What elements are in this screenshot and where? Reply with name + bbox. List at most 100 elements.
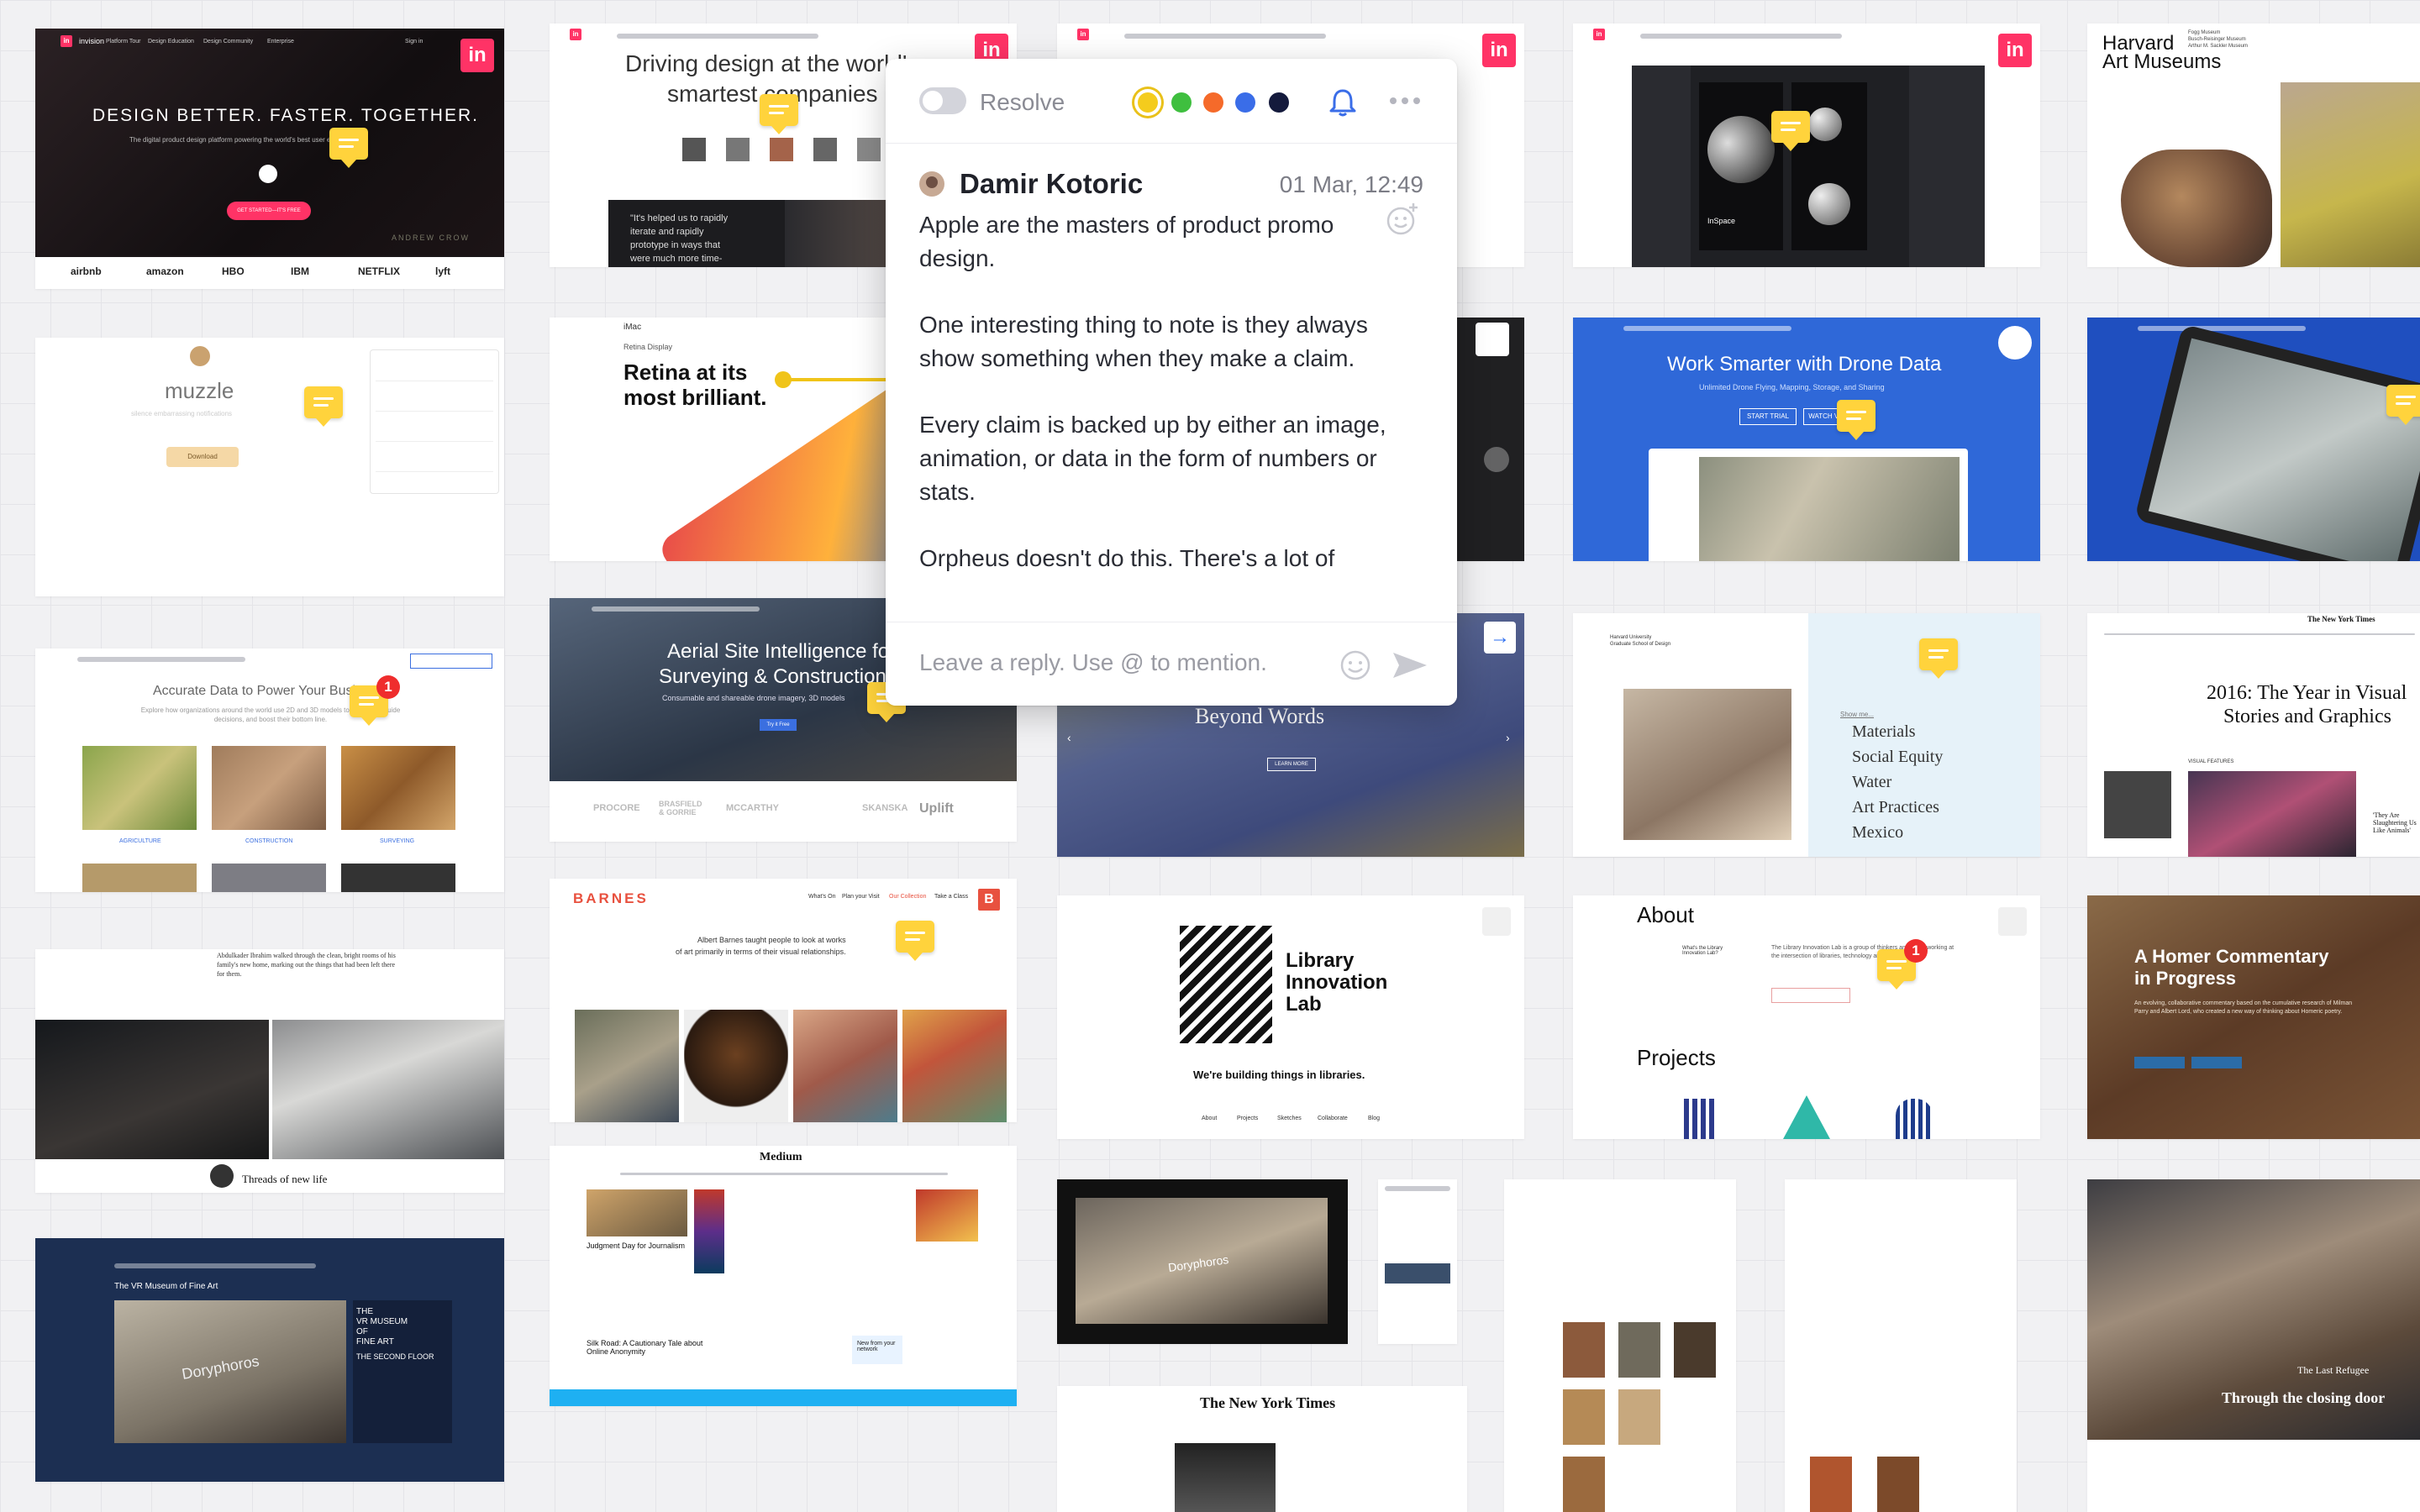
nav-item[interactable]: Projects <box>1237 1116 1258 1121</box>
story-headline[interactable]: Silk Road: A Cautionary Tale about Onlin… <box>587 1339 721 1356</box>
video-frame[interactable]: Doryphoros <box>1076 1198 1328 1324</box>
screen-accurate-data[interactable]: Accurate Data to Power Your Business Exp… <box>35 648 504 892</box>
screen-lil-about[interactable]: About What's the Library Innovation Lab?… <box>1573 895 2040 1139</box>
start-trial-button[interactable]: START TRIAL <box>1739 408 1797 425</box>
nav-item[interactable]: Plan your Visit <box>842 894 880 900</box>
comment-pin[interactable] <box>1771 111 1810 151</box>
screen-vr-museum[interactable]: The VR Museum of Fine Art Doryphoros THE… <box>35 1238 504 1482</box>
add-reaction-icon[interactable] <box>1385 202 1420 237</box>
network-card[interactable]: New from your network <box>852 1336 902 1364</box>
screen-tablet-map[interactable] <box>2087 318 2420 561</box>
screen-barnes[interactable]: BARNES What's On Plan your Visit Our Col… <box>550 879 1017 1122</box>
nav-item[interactable]: Take a Class <box>934 894 968 900</box>
screen-nyt-home[interactable]: The New York Times <box>1057 1386 1467 1512</box>
project-icon[interactable] <box>1783 1095 1830 1139</box>
nav-item[interactable]: Platform Tour <box>106 39 141 45</box>
comment-pin[interactable]: 1 <box>350 675 400 726</box>
carousel-next-button[interactable] <box>1484 447 1509 472</box>
project-icon[interactable] <box>1896 1099 1933 1139</box>
color-swatch-yellow[interactable] <box>1138 92 1158 113</box>
topic-link[interactable]: Water <box>1852 773 1891 792</box>
cta-button[interactable]: GET STARTED—IT'S FREE <box>227 202 311 220</box>
color-swatch-green[interactable] <box>1171 92 1192 113</box>
nav-item[interactable]: Design Community <box>203 39 253 45</box>
artwork-thumb[interactable] <box>575 1010 679 1122</box>
screen-video[interactable]: Doryphoros <box>1057 1179 1348 1344</box>
project-icon[interactable] <box>1684 1099 1718 1139</box>
download-button[interactable]: Download <box>166 447 239 467</box>
nav-item[interactable]: About <box>1202 1116 1217 1121</box>
sign-in-link[interactable]: Sign in <box>405 39 423 45</box>
comment-pin[interactable] <box>896 921 934 961</box>
nav-item-active[interactable]: Our Collection <box>889 894 926 900</box>
canvas-board[interactable]: in invision Platform Tour Design Educati… <box>0 0 2420 1512</box>
comment-pin[interactable] <box>760 94 798 134</box>
comment-pin[interactable]: 1 <box>1877 939 1928 990</box>
topic-link[interactable]: Mexico <box>1852 823 1903 843</box>
topic-link[interactable]: Social Equity <box>1852 748 1943 767</box>
carousel-next-button[interactable]: › <box>1506 731 1510 744</box>
screen-gsd[interactable]: Harvard University Graduate School of De… <box>1573 613 2040 857</box>
learn-more-button[interactable]: LEARN MORE <box>1267 758 1316 771</box>
nav-item[interactable]: Blog <box>1368 1116 1380 1121</box>
screen-article-narrow[interactable] <box>1378 1179 1457 1344</box>
artwork-thumb[interactable] <box>684 1010 788 1122</box>
artwork-thumb[interactable] <box>1563 1322 1605 1378</box>
artwork-thumb[interactable] <box>793 1010 897 1122</box>
nav-item[interactable]: Sketches <box>1277 1116 1302 1121</box>
story-image[interactable] <box>587 1189 687 1236</box>
screen-harvard[interactable]: Harvard Art Museums Fogg Museum Busch-Re… <box>2087 24 2420 267</box>
story-headline[interactable]: Judgment Day for Journalism <box>587 1242 685 1250</box>
story-image[interactable] <box>916 1189 978 1242</box>
comment-pin[interactable] <box>304 386 343 427</box>
nav-item[interactable]: Design Education <box>148 39 194 45</box>
comment-pin[interactable] <box>1919 638 1958 679</box>
color-swatch-navy[interactable] <box>1269 92 1289 113</box>
read-button[interactable] <box>2191 1057 2242 1068</box>
artwork-thumb[interactable] <box>1563 1457 1605 1512</box>
screen-invision-hero[interactable]: in invision Platform Tour Design Educati… <box>35 29 504 289</box>
screen-refugee[interactable]: The Last Refugee Through the closing doo… <box>2087 1179 2420 1512</box>
screen-lil-home[interactable]: Library Innovation Lab We're building th… <box>1057 895 1524 1139</box>
screen-collection-list[interactable] <box>1785 1179 2017 1512</box>
topic-link[interactable]: Materials <box>1852 722 1916 742</box>
screen-muzzle[interactable]: muzzle silence embarrassing notification… <box>35 338 504 596</box>
artwork-thumb[interactable] <box>902 1010 1007 1122</box>
bell-icon[interactable] <box>1326 86 1360 119</box>
color-swatch-orange[interactable] <box>1203 92 1223 113</box>
reply-input[interactable]: Leave a reply. Use @ to mention. <box>919 649 1267 676</box>
screen-threads[interactable]: Abdulkader Ibrahim walked through the cl… <box>35 949 504 1193</box>
nav-item[interactable]: What's On <box>808 894 835 900</box>
dashboard-button[interactable] <box>410 654 492 669</box>
comment-author[interactable]: Damir Kotoric <box>960 168 1143 200</box>
screen-inspace[interactable]: in in InSpace <box>1573 24 2040 267</box>
nav-item[interactable]: Collaborate <box>1318 1116 1348 1121</box>
play-button[interactable] <box>259 165 277 183</box>
screen-drone-deploy[interactable]: Work Smarter with Drone Data Unlimited D… <box>1573 318 2040 561</box>
artwork-thumb[interactable] <box>1674 1322 1716 1378</box>
artwork-thumb[interactable] <box>1618 1389 1660 1445</box>
artwork-thumb[interactable] <box>1810 1457 1852 1512</box>
topic-link[interactable]: Art Practices <box>1852 798 1939 817</box>
send-icon[interactable] <box>1392 649 1428 681</box>
resolve-toggle[interactable] <box>919 87 966 114</box>
comment-pin[interactable] <box>1837 400 1876 440</box>
comment-pin[interactable] <box>2386 385 2420 425</box>
screen-medium[interactable]: Medium Judgment Day for Journalism Silk … <box>550 1146 1017 1406</box>
video-player[interactable]: Doryphoros <box>114 1300 346 1443</box>
category-label[interactable]: AGRICULTURE <box>119 838 161 844</box>
comment-pin[interactable] <box>329 128 368 168</box>
outline-button[interactable] <box>1771 988 1850 1003</box>
category-label[interactable]: SURVEYING <box>380 838 414 844</box>
category-label[interactable]: CONSTRUCTION <box>245 838 292 844</box>
screen-homer[interactable]: A Homer Commentary in Progress An evolvi… <box>2087 895 2420 1139</box>
color-swatch-blue[interactable] <box>1235 92 1255 113</box>
screen-collection-grid[interactable] <box>1504 1179 1736 1512</box>
artwork-thumb[interactable] <box>1877 1457 1919 1512</box>
emoji-icon[interactable] <box>1339 649 1371 681</box>
resolve-label[interactable]: Resolve <box>980 89 1065 116</box>
screen-nyt-visual[interactable]: The New York Times 2016: The Year in Vis… <box>2087 613 2420 857</box>
nav-item[interactable]: Enterprise <box>267 39 294 45</box>
try-free-button[interactable]: Try it Free <box>760 719 797 731</box>
artwork-thumb[interactable] <box>1618 1322 1660 1378</box>
